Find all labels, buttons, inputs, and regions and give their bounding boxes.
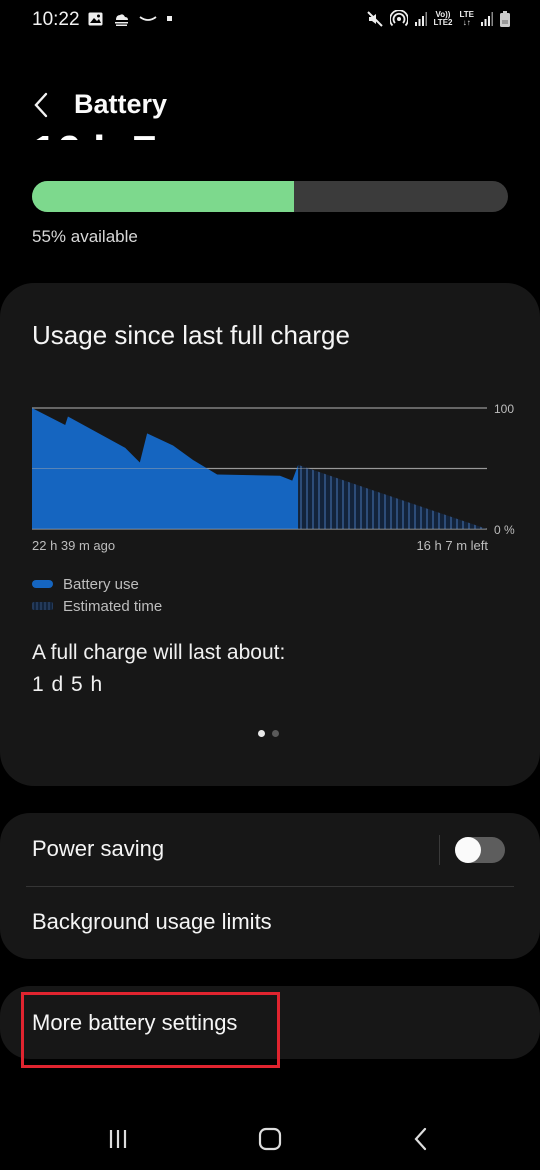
gallery-icon [88,12,103,26]
hotspot-icon [389,10,408,27]
usage-card[interactable]: Usage since last full charge 100 0 % 22 h… [0,283,540,786]
battery-icon [500,11,510,27]
chart-start-label: 22 h 39 m ago [32,538,116,553]
recents-icon [109,1130,127,1148]
series-estimated-time [298,464,487,529]
battery-level-bar [32,181,508,212]
home-button[interactable] [250,1124,290,1154]
vertical-divider [439,835,440,865]
background-usage-limits-row[interactable]: Background usage limits [0,886,540,959]
page-dot-2[interactable] [272,730,279,737]
signal-icon [414,12,427,26]
background-usage-limits-label: Background usage limits [32,909,272,934]
page-indicator[interactable] [258,730,279,737]
battery-available-text: 55% available [32,227,138,246]
status-bar-top: 10:22 Vo)) LTE2 LTE ↓↑ [0,0,540,40]
usage-title: Usage since last full charge [32,320,350,350]
nav-back-button[interactable] [401,1124,441,1154]
status-time: 10:22 [32,9,80,30]
back-button[interactable] [30,90,54,120]
chart-end-label: 16 h 7 m left [416,538,488,553]
cloud-icon [115,14,128,26]
mute-icon [366,11,383,27]
back-icon [414,1127,427,1151]
dot-icon [167,16,172,21]
battery-use-swatch [32,580,53,588]
navigation-bar [0,1110,540,1170]
lte-data-icon: LTE↓↑ [459,10,474,27]
full-charge-value: 1 d 5 h [32,673,104,696]
estimated-time-swatch [32,602,53,610]
page-title: Battery [74,89,168,119]
power-saving-toggle[interactable] [455,837,505,863]
toggle-knob [455,837,481,863]
full-charge-label: A full charge will last about: [32,641,286,664]
usage-chart: 100 0 % [32,402,515,537]
y-tick-label-0: 0 % [494,523,515,537]
smile-icon [139,16,157,21]
recents-button[interactable] [98,1124,138,1154]
power-saving-label: Power saving [32,836,165,861]
legend-item-battery-use: Battery use [32,573,162,595]
power-saving-row[interactable]: Power saving [0,813,540,886]
y-tick-label-100: 100 [494,402,514,416]
volte-lte2-icon: Vo))LTE2 [433,10,453,27]
battery-level-fill [32,181,294,212]
legend-item-estimated-time: Estimated time [32,595,162,617]
home-icon [258,1127,282,1151]
highlight-box [21,992,280,1068]
time-remaining-clipped: 16 h 7 m left [32,127,250,140]
chart-legend: Battery use Estimated time [32,573,162,617]
settings-card: Power saving Background usage limits [0,813,540,959]
page-dot-1[interactable] [258,730,265,737]
signal-icon [481,12,493,26]
chevron-left-icon [34,92,48,118]
